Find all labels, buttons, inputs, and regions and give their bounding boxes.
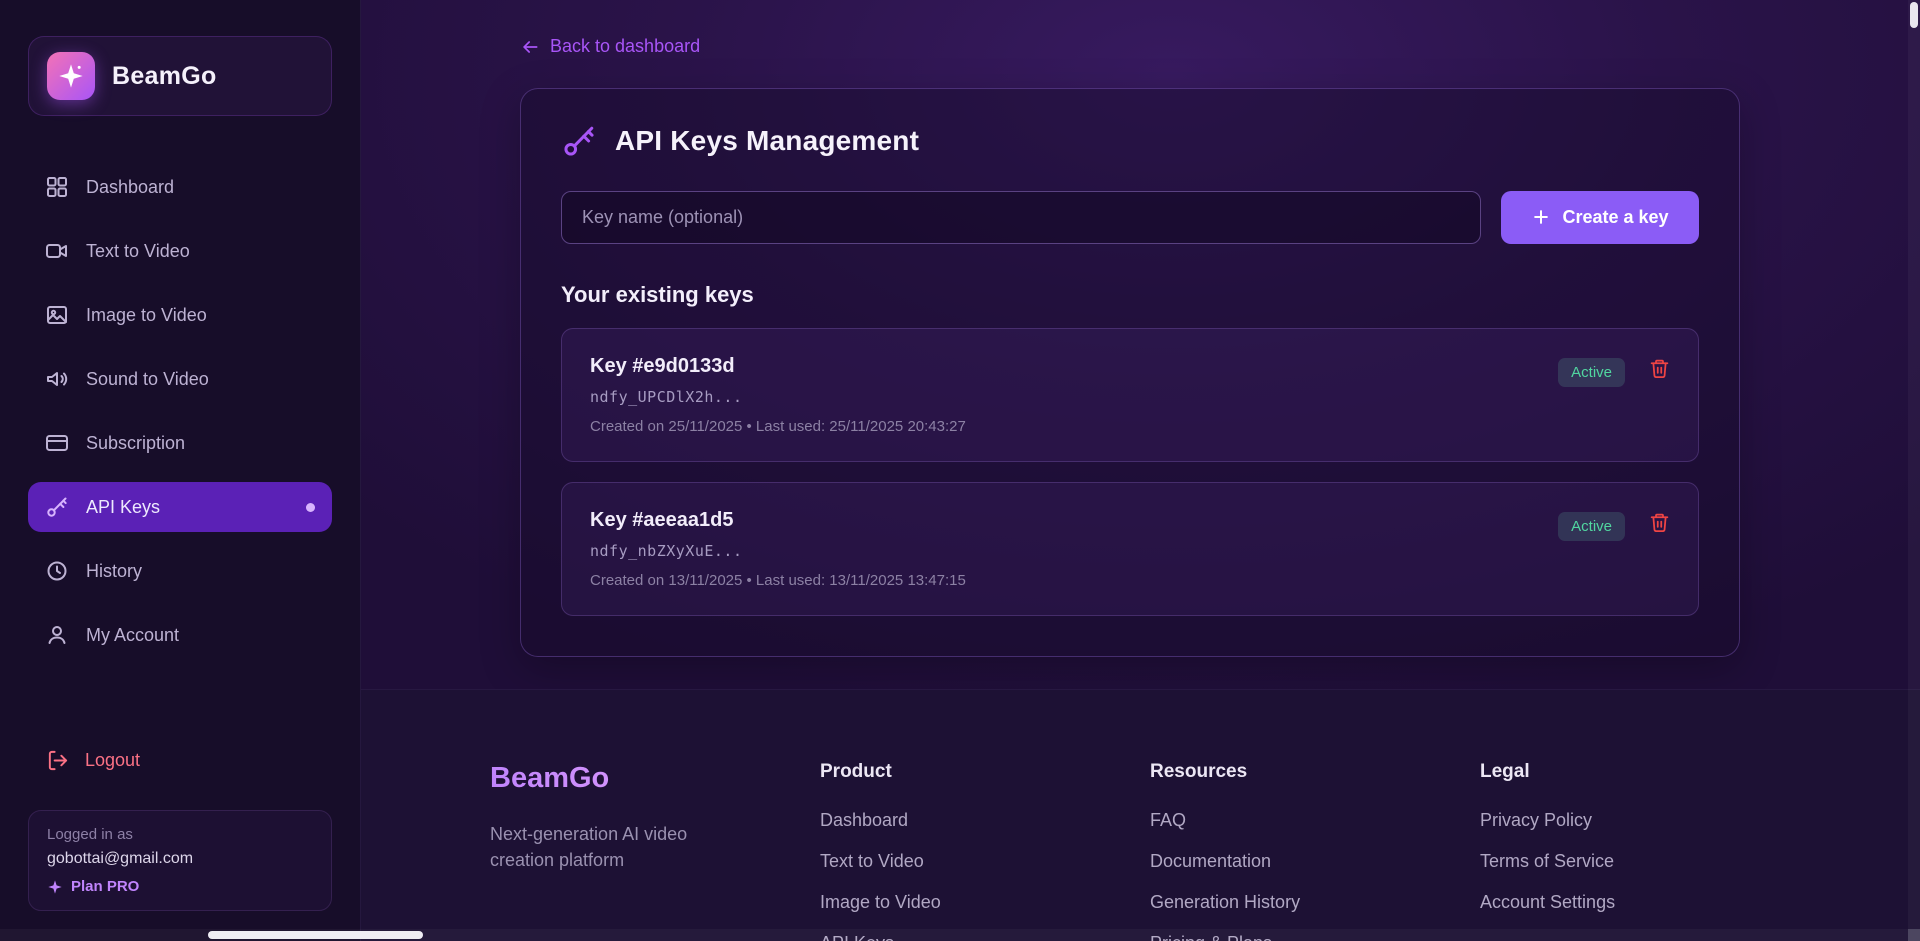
key-row: Key #e9d0133d ndfy_UPCDlX2h... Created o…	[561, 327, 1699, 462]
footer-brand: BeamGo	[490, 762, 820, 795]
footer-link-dashboard[interactable]: Dashboard	[820, 811, 1150, 829]
page-content: Back to dashboard API Keys Management Cr…	[361, 0, 1920, 689]
footer-column-title: Resources	[1150, 760, 1248, 782]
key-info: Key #aeeaa1d5 ndfy_nbZXyXuE... Created o…	[590, 509, 966, 589]
key-row: Key #aeeaa1d5 ndfy_nbZXyXuE... Created o…	[561, 481, 1699, 616]
back-arrow-icon	[520, 37, 540, 57]
video-camera-icon	[45, 239, 69, 263]
sidebar-item-api-keys[interactable]: API Keys	[28, 482, 332, 532]
delete-key-button[interactable]	[1649, 512, 1670, 533]
key-meta: Created on 13/11/2025 • Last used: 13/11…	[590, 571, 966, 589]
plan-badge: Plan PRO	[47, 878, 313, 895]
key-info: Key #e9d0133d ndfy_UPCDlX2h... Created o…	[590, 355, 966, 435]
footer-tagline: Next-generation AI video creation platfo…	[490, 823, 688, 870]
logout-button[interactable]: Logout	[28, 739, 332, 782]
sidebar-nav: Dashboard Text to Video Image to Video S…	[28, 162, 332, 660]
plan-label: Plan PRO	[71, 878, 140, 895]
sidebar-item-label: Image to Video	[86, 304, 207, 325]
sidebar-item-image-to-video[interactable]: Image to Video	[28, 290, 332, 340]
key-name: Key #e9d0133d	[590, 354, 735, 377]
sidebar: BeamGo Dashboard Text to Video Image to …	[0, 0, 361, 941]
key-icon	[45, 495, 69, 519]
footer-link-generation-history[interactable]: Generation History	[1150, 893, 1480, 911]
footer-link-text-to-video[interactable]: Text to Video	[820, 852, 1150, 870]
status-badge: Active	[1558, 511, 1625, 541]
image-icon	[45, 303, 69, 327]
panel-header: API Keys Management	[561, 123, 1699, 159]
page-title: API Keys Management	[615, 124, 920, 156]
plus-icon	[1531, 207, 1551, 227]
footer-column-product: Product Dashboard Text to Video Image to…	[820, 762, 1150, 941]
sidebar-item-text-to-video[interactable]: Text to Video	[28, 226, 332, 276]
speaker-icon	[45, 367, 69, 391]
footer-link-documentation[interactable]: Documentation	[1150, 852, 1480, 870]
logout-icon	[46, 749, 69, 772]
vertical-scrollbar-thumb[interactable]	[1910, 2, 1918, 28]
logged-in-as-label: Logged in as	[47, 826, 133, 843]
footer: BeamGo Next-generation AI video creation…	[361, 688, 1920, 941]
user-icon	[45, 623, 69, 647]
sidebar-item-label: Subscription	[86, 432, 186, 453]
key-actions: Active	[1558, 509, 1670, 589]
key-name-input[interactable]	[561, 190, 1481, 244]
key-actions: Active	[1558, 355, 1670, 435]
account-email: gobottai@gmail.com	[47, 850, 194, 867]
status-badge: Active	[1558, 357, 1625, 387]
sidebar-item-label: History	[86, 560, 143, 581]
create-key-label: Create a key	[1562, 206, 1669, 227]
sidebar-item-label: My Account	[86, 624, 180, 645]
sidebar-item-sound-to-video[interactable]: Sound to Video	[28, 354, 332, 404]
footer-column-resources: Resources FAQ Documentation Generation H…	[1150, 762, 1480, 941]
history-icon	[45, 559, 69, 583]
back-link-label: Back to dashboard	[550, 36, 701, 56]
footer-link-faq[interactable]: FAQ	[1150, 811, 1480, 829]
key-prefix: ndfy_nbZXyXuE...	[590, 541, 743, 560]
credit-card-icon	[45, 431, 69, 455]
beamgo-logo-icon	[47, 52, 95, 100]
key-prefix: ndfy_UPCDlX2h...	[590, 387, 743, 406]
existing-keys-heading: Your existing keys	[561, 281, 754, 307]
sidebar-item-label: Text to Video	[86, 240, 190, 261]
sidebar-item-my-account[interactable]: My Account	[28, 610, 332, 660]
back-to-dashboard-link[interactable]: Back to dashboard	[520, 36, 700, 57]
logout-label: Logout	[85, 750, 141, 770]
vertical-scrollbar	[1908, 0, 1920, 929]
sidebar-item-history[interactable]: History	[28, 546, 332, 596]
delete-key-button[interactable]	[1649, 358, 1670, 379]
sidebar-item-label: Sound to Video	[86, 368, 209, 389]
sidebar-item-subscription[interactable]: Subscription	[28, 418, 332, 468]
main-area: Back to dashboard API Keys Management Cr…	[361, 0, 1920, 941]
footer-column-title: Legal	[1480, 760, 1530, 782]
sidebar-item-dashboard[interactable]: Dashboard	[28, 162, 332, 212]
plan-sparkle-icon	[47, 879, 63, 895]
logo[interactable]: BeamGo	[28, 36, 332, 116]
create-key-form: Create a key	[561, 190, 1699, 244]
footer-link-terms-of-service[interactable]: Terms of Service	[1480, 852, 1920, 870]
footer-column-title: Product	[820, 760, 892, 782]
footer-column-legal: Legal Privacy Policy Terms of Service Ac…	[1480, 762, 1920, 941]
active-indicator-dot	[306, 502, 315, 512]
dashboard-icon	[45, 175, 69, 199]
key-icon	[561, 123, 597, 159]
footer-link-image-to-video[interactable]: Image to Video	[820, 893, 1150, 911]
horizontal-scrollbar	[0, 929, 1908, 941]
api-keys-panel: API Keys Management Create a key Your ex…	[520, 87, 1740, 657]
key-meta: Created on 25/11/2025 • Last used: 25/11…	[590, 417, 966, 435]
footer-link-account-settings[interactable]: Account Settings	[1480, 893, 1920, 911]
sidebar-item-label: Dashboard	[86, 176, 175, 197]
logo-text: BeamGo	[112, 61, 217, 90]
horizontal-scrollbar-thumb[interactable]	[208, 931, 423, 939]
account-card: Logged in as gobottai@gmail.com Plan PRO	[28, 810, 332, 911]
create-key-button[interactable]: Create a key	[1501, 190, 1699, 244]
sidebar-item-label: API Keys	[86, 496, 161, 517]
scrollbar-corner	[1908, 929, 1920, 941]
footer-brand-column: BeamGo Next-generation AI video creation…	[490, 762, 820, 941]
footer-link-privacy-policy[interactable]: Privacy Policy	[1480, 811, 1920, 829]
key-name: Key #aeeaa1d5	[590, 508, 734, 531]
